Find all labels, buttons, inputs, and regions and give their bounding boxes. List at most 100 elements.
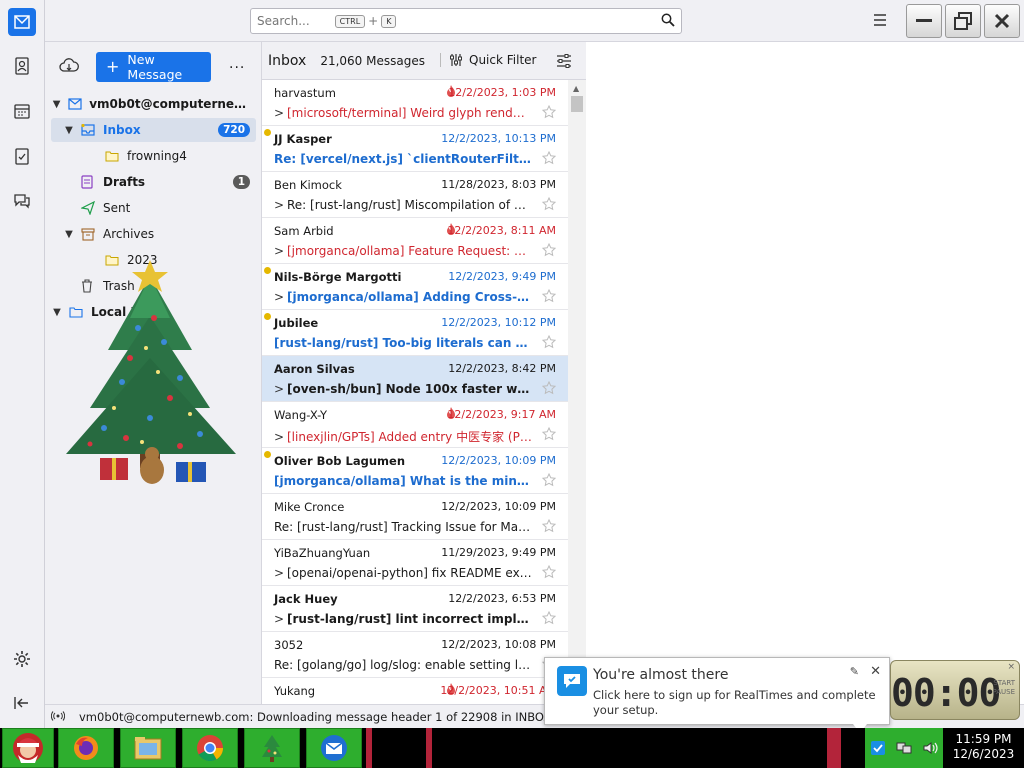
thread-chevron-icon[interactable]: > xyxy=(274,430,287,444)
widget-controls[interactable]: START PAUSE xyxy=(992,679,1015,697)
thread-chevron-icon[interactable]: > xyxy=(274,198,287,212)
star-icon[interactable] xyxy=(542,565,556,579)
star-icon[interactable] xyxy=(542,473,556,487)
thread-chevron-icon[interactable]: > xyxy=(274,290,287,304)
unread-dot-icon[interactable] xyxy=(264,451,271,458)
settings-gear-icon[interactable] xyxy=(8,645,36,673)
countdown-widget[interactable]: 00:00 × START PAUSE xyxy=(890,660,1020,720)
unread-count-badge: 720 xyxy=(218,123,250,137)
message-row[interactable]: YiBaZhuangYuan 11/29/2023, 9:49 PM > [opena… xyxy=(262,540,568,586)
message-row[interactable]: Aaron Silvas 12/2/2023, 8:42 PM > [oven-sh/… xyxy=(262,356,568,402)
message-list-scrollbar[interactable]: ▲ xyxy=(568,80,586,704)
chevron-down-icon[interactable]: ▼ xyxy=(63,125,75,136)
chevron-down-icon[interactable]: ▼ xyxy=(51,307,63,318)
get-messages-icon[interactable] xyxy=(59,58,79,76)
network-icon[interactable] xyxy=(896,740,912,756)
tasks-icon[interactable] xyxy=(8,142,36,170)
message-row[interactable]: Nils-Börge Margotti 12/2/2023, 9:49 PM > [j… xyxy=(262,264,568,310)
message-row[interactable]: Jack Huey 12/2/2023, 6:53 PM > [rust-lang/r… xyxy=(262,586,568,632)
folder-archives[interactable]: ▼ Archives xyxy=(51,222,256,246)
scrollbar-thumb[interactable] xyxy=(571,96,583,112)
volume-icon[interactable] xyxy=(922,740,938,756)
message-subject-text: [linexjlin/GPTs] Added entry 中医专家 (PR #1… xyxy=(287,430,532,444)
chevron-down-icon[interactable]: ▼ xyxy=(63,229,75,240)
widget-close-icon[interactable]: × xyxy=(1007,662,1015,672)
folder-frowning4[interactable]: frowning4 xyxy=(51,144,256,168)
local-folders-row[interactable]: ▼ Local F... xyxy=(51,300,256,324)
calendar-icon[interactable] xyxy=(8,97,36,125)
restore-button[interactable] xyxy=(945,4,981,38)
message-row[interactable]: Oliver Bob Lagumen 12/2/2023, 10:09 PM [jm… xyxy=(262,448,568,494)
taskbar-clock[interactable]: 11:59 PM 12/6/2023 xyxy=(943,728,1024,768)
collapse-spaces-icon[interactable] xyxy=(8,689,36,717)
quick-filter-button[interactable]: Quick Filter xyxy=(440,53,536,67)
message-date: 12/2/2023, 9:49 PM xyxy=(448,270,556,283)
message-sender: Jubilee xyxy=(274,316,319,330)
firefox-taskbar-button[interactable] xyxy=(58,728,114,768)
folder-inbox[interactable]: ▼ Inbox 720 xyxy=(51,118,256,142)
thread-chevron-icon[interactable]: > xyxy=(274,382,287,396)
message-row[interactable]: Sam Arbid 12/2/2023, 8:11 AM > [jmorganca/o… xyxy=(262,218,568,264)
unread-dot-icon[interactable] xyxy=(264,267,271,274)
message-preview-pane xyxy=(586,42,1024,704)
message-row[interactable]: JJ Kasper 12/2/2023, 10:13 PM Re: [vercel/… xyxy=(262,126,568,172)
star-icon[interactable] xyxy=(542,243,556,257)
realtimes-tray-icon[interactable] xyxy=(870,740,886,756)
message-row[interactable]: harvastum 12/2/2023, 1:03 PM > [microsoft/t… xyxy=(262,80,568,126)
star-icon[interactable] xyxy=(542,381,556,395)
address-book-icon[interactable] xyxy=(8,52,36,80)
thread-chevron-icon[interactable]: > xyxy=(274,566,287,580)
message-row[interactable]: Yukang 12/2/2023, 10:51 AM xyxy=(262,678,568,704)
chat-icon[interactable] xyxy=(8,187,36,215)
message-list-header: Inbox 21,060 Messages Quick Filter xyxy=(262,42,586,80)
message-row[interactable]: Wang-X-Y 12/2/2023, 9:17 AM > [linexjlin/GP… xyxy=(262,402,568,448)
mail-space-icon[interactable] xyxy=(8,8,36,36)
message-row[interactable]: Jubilee 12/2/2023, 10:12 PM [rust-lang/rus… xyxy=(262,310,568,356)
notification-close-icon[interactable]: ✕ xyxy=(870,664,881,679)
star-icon[interactable] xyxy=(542,519,556,533)
message-subject: Re: [golang/go] log/slog: enable setting… xyxy=(274,658,532,672)
start-button[interactable] xyxy=(2,728,54,768)
star-icon[interactable] xyxy=(542,151,556,165)
local-folder-icon xyxy=(69,305,85,319)
folder-sent[interactable]: Sent xyxy=(51,196,256,220)
file-explorer-taskbar-button[interactable] xyxy=(120,728,176,768)
star-icon[interactable] xyxy=(542,335,556,349)
star-icon[interactable] xyxy=(542,427,556,441)
message-row[interactable]: Ben Kimock 11/28/2023, 8:03 PM > Re: [rust-… xyxy=(262,172,568,218)
display-options-icon[interactable] xyxy=(556,54,572,71)
app-menu-icon[interactable] xyxy=(872,12,888,28)
message-row[interactable]: 3052 12/2/2023, 10:08 PM Re: [golang/go] l… xyxy=(262,632,568,678)
pin-icon[interactable]: ✎ xyxy=(850,665,859,678)
search-icon[interactable] xyxy=(661,13,675,30)
more-options-button[interactable]: ... xyxy=(229,56,245,72)
thread-chevron-icon[interactable]: > xyxy=(274,106,287,120)
notification-body[interactable]: Click here to sign up for RealTimes and … xyxy=(593,688,885,718)
folder-2023[interactable]: 2023 xyxy=(51,248,256,272)
star-icon[interactable] xyxy=(542,105,556,119)
star-icon[interactable] xyxy=(542,289,556,303)
christmas-tree-taskbar-button[interactable] xyxy=(244,728,300,768)
new-message-button[interactable]: + New Message xyxy=(96,52,211,82)
thread-chevron-icon[interactable]: > xyxy=(274,244,287,258)
folder-drafts[interactable]: Drafts 1 xyxy=(51,170,256,194)
activity-icon[interactable] xyxy=(50,710,66,724)
chrome-taskbar-button[interactable] xyxy=(182,728,238,768)
realtimes-notification[interactable]: You're almost there Click here to sign u… xyxy=(544,657,890,733)
thunderbird-taskbar-button[interactable] xyxy=(306,728,362,768)
chevron-down-icon[interactable]: ▼ xyxy=(51,99,62,110)
clock-date: 12/6/2023 xyxy=(952,747,1015,761)
thread-chevron-icon[interactable]: > xyxy=(274,612,287,626)
scroll-up-arrow-icon[interactable]: ▲ xyxy=(573,84,579,93)
account-row[interactable]: ▼ vm0b0t@computernewb... xyxy=(51,92,256,116)
star-icon[interactable] xyxy=(542,611,556,625)
close-button[interactable] xyxy=(984,4,1020,38)
message-row[interactable]: Mike Cronce 12/2/2023, 10:09 PM Re: [rust-… xyxy=(262,494,568,540)
notification-title: You're almost there xyxy=(593,667,729,683)
search-input[interactable]: Search... CTRL + K xyxy=(250,8,682,34)
folder-trash[interactable]: Trash xyxy=(51,274,256,298)
star-icon[interactable] xyxy=(542,197,556,211)
unread-dot-icon[interactable] xyxy=(264,129,271,136)
unread-dot-icon[interactable] xyxy=(264,313,271,320)
minimize-button[interactable] xyxy=(906,4,942,38)
